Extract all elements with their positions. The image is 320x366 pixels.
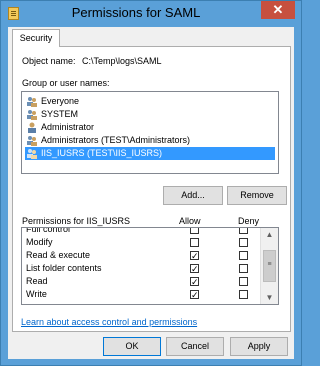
- security-tab-panel: Object name: C:\Temp\logs\SAML Group or …: [12, 46, 291, 332]
- title-bar[interactable]: Permissions for SAML ✕: [1, 1, 301, 26]
- permission-name: Write: [26, 289, 47, 299]
- permission-name: List folder contents: [26, 263, 102, 273]
- deny-checkbox[interactable]: [239, 264, 248, 273]
- scroll-thumb[interactable]: ≡: [263, 250, 276, 282]
- allow-checkbox[interactable]: [190, 264, 199, 273]
- apply-button[interactable]: Apply: [230, 337, 288, 356]
- permission-row: Read & execute: [22, 249, 262, 262]
- user-name: IIS_IUSRS (TEST\IIS_IUSRS): [41, 148, 163, 158]
- list-item-selected[interactable]: IIS_IUSRS (TEST\IIS_IUSRS): [25, 147, 275, 160]
- list-item[interactable]: SYSTEM: [25, 108, 275, 121]
- group-user-list[interactable]: Everyone SYSTEM Administrator Administra…: [21, 91, 279, 174]
- permission-name: Modify: [26, 237, 53, 247]
- dialog-client: Security Object name: C:\Temp\logs\SAML …: [8, 27, 294, 359]
- users-group-icon: [27, 110, 37, 120]
- deny-header: Deny: [238, 216, 260, 226]
- allow-checkbox[interactable]: [190, 290, 199, 299]
- permissions-label: Permissions for IIS_IUSRS: [22, 216, 131, 226]
- allow-checkbox[interactable]: [190, 277, 199, 286]
- users-group-icon: [27, 97, 37, 107]
- user-icon: [28, 122, 36, 133]
- object-name-value: C:\Temp\logs\SAML: [82, 56, 162, 66]
- user-name: Administrator: [41, 122, 95, 132]
- list-item[interactable]: Administrator: [25, 121, 275, 134]
- list-item[interactable]: Administrators (TEST\Administrators): [25, 134, 275, 147]
- permission-row: Modify: [22, 236, 262, 249]
- deny-checkbox[interactable]: [239, 290, 248, 299]
- window-title: Permissions for SAML: [71, 5, 201, 20]
- allow-header: Allow: [179, 216, 201, 226]
- users-group-icon: [27, 136, 37, 146]
- deny-checkbox[interactable]: [239, 251, 248, 260]
- user-name: Everyone: [41, 96, 80, 106]
- allow-checkbox[interactable]: [190, 228, 199, 234]
- user-name: Administrators (TEST\Administrators): [41, 135, 191, 145]
- scroll-down-icon[interactable]: ▼: [261, 291, 278, 304]
- permission-name: Read: [26, 276, 48, 286]
- add-button[interactable]: Add...: [163, 186, 223, 205]
- allow-checkbox[interactable]: [190, 238, 199, 247]
- users-group-icon: [27, 149, 37, 159]
- permissions-list: Full control Modify Read & execute List …: [21, 227, 279, 305]
- tab-security[interactable]: Security: [12, 29, 60, 47]
- deny-checkbox[interactable]: [239, 228, 248, 234]
- ok-button[interactable]: OK: [103, 337, 161, 356]
- object-name-label: Object name:: [22, 56, 76, 66]
- permissions-scrollbar[interactable]: ▲ ≡ ▼: [260, 228, 278, 304]
- list-item[interactable]: Everyone: [25, 95, 275, 108]
- remove-button[interactable]: Remove: [227, 186, 287, 205]
- permission-row: Read: [22, 275, 262, 288]
- permission-name: Read & execute: [26, 250, 91, 260]
- close-button[interactable]: ✕: [261, 1, 295, 19]
- group-names-label: Group or user names:: [22, 78, 110, 88]
- user-name: SYSTEM: [41, 109, 79, 119]
- permissions-dialog: Permissions for SAML ✕ Security Object n…: [0, 0, 302, 366]
- cancel-button[interactable]: Cancel: [166, 337, 224, 356]
- scroll-up-icon[interactable]: ▲: [261, 228, 278, 241]
- permission-row: List folder contents: [22, 262, 262, 275]
- deny-checkbox[interactable]: [239, 238, 248, 247]
- allow-checkbox[interactable]: [190, 251, 199, 260]
- access-control-help-link[interactable]: Learn about access control and permissio…: [21, 317, 197, 327]
- permission-row: Full control: [22, 227, 262, 236]
- permission-row: Write: [22, 288, 262, 301]
- deny-checkbox[interactable]: [239, 277, 248, 286]
- permission-name: Full control: [26, 227, 71, 234]
